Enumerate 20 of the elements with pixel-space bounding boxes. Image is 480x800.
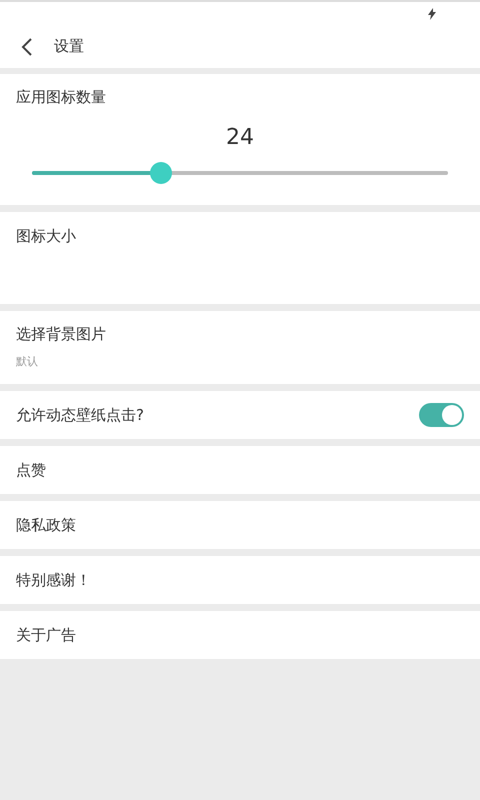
- setting-label: 关于广告: [16, 624, 76, 646]
- setting-card[interactable]: 特别感谢！: [0, 556, 480, 604]
- setting-card[interactable]: 点赞: [0, 446, 480, 494]
- slider-thumb[interactable]: [150, 162, 172, 184]
- page-title: 设置: [54, 36, 84, 58]
- setting-card[interactable]: 关于广告: [0, 611, 480, 659]
- setting-label: 应用图标数量: [16, 87, 107, 108]
- setting-label: 点赞: [16, 460, 46, 481]
- slider-value: 24: [226, 124, 254, 152]
- toggle-switch[interactable]: [419, 403, 464, 427]
- setting-label: 允许动态壁纸点击?: [16, 404, 144, 426]
- setting-card[interactable]: 图标大小: [0, 212, 480, 304]
- setting-label: 选择背景图片: [16, 324, 107, 345]
- setting-subtitle: 默认: [16, 354, 39, 370]
- setting-card[interactable]: 隐私政策: [0, 501, 480, 549]
- setting-label: 图标大小: [16, 227, 76, 245]
- setting-label: 特别感谢！: [16, 570, 91, 591]
- charging-icon: [428, 8, 436, 20]
- setting-card[interactable]: 选择背景图片 默认: [0, 311, 480, 384]
- setting-label: 隐私政策: [16, 514, 76, 536]
